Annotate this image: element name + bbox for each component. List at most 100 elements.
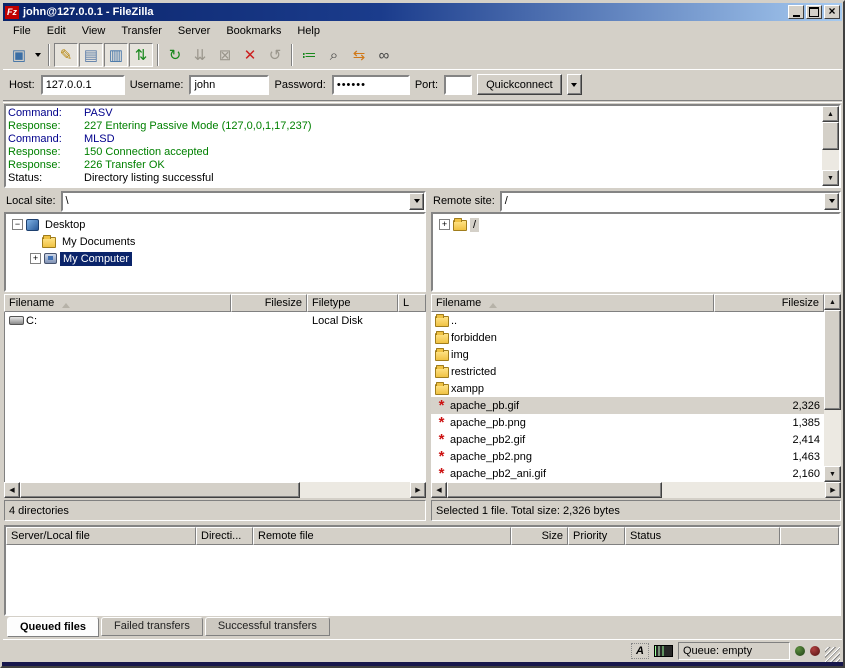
menu-edit[interactable]: Edit <box>39 23 74 39</box>
queue-column-size[interactable]: Size <box>511 527 568 545</box>
local-site-combobox[interactable]: \ <box>61 191 426 212</box>
scroll-down-icon[interactable]: ▼ <box>822 170 839 186</box>
folder-icon <box>42 237 56 248</box>
collapse-icon[interactable] <box>12 219 23 230</box>
local-hscrollbar[interactable]: ◀ ▶ <box>4 482 426 498</box>
menu-view[interactable]: View <box>74 23 114 39</box>
remote-site-combobox[interactable]: / <box>500 191 841 212</box>
compare-button[interactable]: ∞ <box>372 43 396 67</box>
tab-failed-transfers[interactable]: Failed transfers <box>101 617 203 636</box>
local-site-value: \ <box>63 195 409 207</box>
username-input[interactable] <box>189 75 269 95</box>
file-row[interactable]: .. <box>431 312 824 329</box>
tree-item-root[interactable]: / <box>433 216 839 233</box>
log-scrollbar[interactable]: ▲ ▼ <box>822 106 839 186</box>
scrollbar-thumb[interactable] <box>822 122 839 150</box>
scrollbar-thumb[interactable] <box>447 482 662 498</box>
scroll-down-icon[interactable]: ▼ <box>824 466 841 482</box>
remote-site-dropdown-button[interactable] <box>824 193 839 210</box>
column-header-filename[interactable]: Filename <box>4 294 231 312</box>
file-row[interactable]: forbidden <box>431 329 824 346</box>
image-file-icon: * <box>435 469 448 479</box>
file-row[interactable]: restricted <box>431 363 824 380</box>
remote-site-label: Remote site: <box>431 195 497 207</box>
password-input[interactable] <box>332 75 410 95</box>
tree-item-desktop[interactable]: Desktop <box>6 216 424 233</box>
column-header-filename[interactable]: Filename <box>431 294 714 312</box>
remote-hscrollbar[interactable]: ◀ ▶ <box>431 482 841 498</box>
sync-browse-button[interactable]: ⇆ <box>347 43 371 67</box>
tab-queued-files[interactable]: Queued files <box>7 617 99 637</box>
file-row-c-drive[interactable]: C: Local Disk <box>5 312 425 329</box>
queue-column-remote-file[interactable]: Remote file <box>253 527 511 545</box>
tab-successful-transfers[interactable]: Successful transfers <box>205 617 330 636</box>
refresh-button[interactable]: ↻ <box>163 43 187 67</box>
file-row[interactable]: *apache_pb2.gif 2,414 <box>431 431 824 448</box>
binoculars-icon: ∞ <box>379 48 390 63</box>
folder-icon <box>435 350 449 361</box>
tree-item-my-documents[interactable]: My Documents <box>6 233 424 250</box>
queue-column-direction[interactable]: Directi... <box>196 527 253 545</box>
scroll-right-icon[interactable]: ▶ <box>825 482 841 498</box>
column-header-filesize[interactable]: Filesize <box>714 294 824 312</box>
expand-icon[interactable] <box>30 253 41 264</box>
file-row[interactable]: xampp <box>431 380 824 397</box>
toggle-local-tree-button[interactable]: ▤ <box>79 43 103 67</box>
queue-column-priority[interactable]: Priority <box>568 527 625 545</box>
local-site-dropdown-button[interactable] <box>409 193 424 210</box>
host-input[interactable] <box>41 75 125 95</box>
remote-tree: / <box>431 212 841 292</box>
menu-transfer[interactable]: Transfer <box>113 23 170 39</box>
filter-button[interactable]: ≔ <box>297 43 321 67</box>
port-input[interactable] <box>444 75 472 95</box>
maximize-button[interactable] <box>806 5 822 19</box>
local-tree-icon: ▤ <box>84 48 98 63</box>
remote-vscrollbar[interactable]: ▲ ▼ <box>824 294 841 482</box>
transfer-type-indicator: A <box>631 643 649 659</box>
menu-help[interactable]: Help <box>289 23 328 39</box>
file-row[interactable]: *apache_pb.png 1,385 <box>431 414 824 431</box>
menu-server[interactable]: Server <box>170 23 218 39</box>
scrollbar-thumb[interactable] <box>824 310 841 410</box>
toggle-log-button[interactable]: ✎ <box>54 43 78 67</box>
file-row[interactable]: img <box>431 346 824 363</box>
file-row[interactable]: *apache_pb2.png 1,463 <box>431 448 824 465</box>
local-panel: Local site: \ Desktop My Documents <box>3 190 427 521</box>
scroll-left-icon[interactable]: ◀ <box>431 482 447 498</box>
scroll-up-icon[interactable]: ▲ <box>822 106 839 122</box>
queue-column-status[interactable]: Status <box>625 527 780 545</box>
toggle-queue-button[interactable]: ⇅ <box>129 43 153 67</box>
host-label: Host: <box>9 79 36 91</box>
toggle-remote-tree-button[interactable]: ▥ <box>104 43 128 67</box>
disconnect-button[interactable]: ✕ <box>238 43 262 67</box>
menu-file[interactable]: File <box>5 23 39 39</box>
column-header-last-modified[interactable]: L <box>398 294 426 312</box>
scrollbar-thumb[interactable] <box>20 482 300 498</box>
remote-panel: Remote site: / / Filename Filesize <box>430 190 842 521</box>
site-manager-dropdown-button[interactable] <box>32 43 44 67</box>
resize-grip[interactable] <box>825 647 840 662</box>
chevron-down-icon <box>414 196 420 206</box>
search-button[interactable]: ⌕ <box>322 43 346 67</box>
log-line: Command:MLSD <box>8 133 820 146</box>
file-row-selected[interactable]: *apache_pb.gif 2,326 <box>431 397 824 414</box>
queue-column-server-local-file[interactable]: Server/Local file <box>6 527 196 545</box>
search-icon: ⌕ <box>330 48 338 63</box>
file-row[interactable]: *apache_pb2_ani.gif 2,160 <box>431 465 824 482</box>
folder-icon <box>435 367 449 378</box>
folder-icon <box>435 384 449 395</box>
close-button[interactable] <box>824 5 840 19</box>
tree-item-my-computer[interactable]: My Computer <box>6 250 424 267</box>
menu-bookmarks[interactable]: Bookmarks <box>218 23 289 39</box>
site-manager-button[interactable]: ▣ <box>7 43 31 67</box>
quickconnect-dropdown-button[interactable] <box>567 74 582 95</box>
scroll-up-icon[interactable]: ▲ <box>824 294 841 310</box>
column-header-filesize[interactable]: Filesize <box>231 294 307 312</box>
scroll-left-icon[interactable]: ◀ <box>4 482 20 498</box>
column-header-filetype[interactable]: Filetype <box>307 294 398 312</box>
quickconnect-button[interactable]: Quickconnect <box>477 74 562 95</box>
scroll-right-icon[interactable]: ▶ <box>410 482 426 498</box>
minimize-button[interactable] <box>788 5 804 19</box>
expand-icon[interactable] <box>439 219 450 230</box>
sync-browse-icon: ⇆ <box>353 48 366 63</box>
